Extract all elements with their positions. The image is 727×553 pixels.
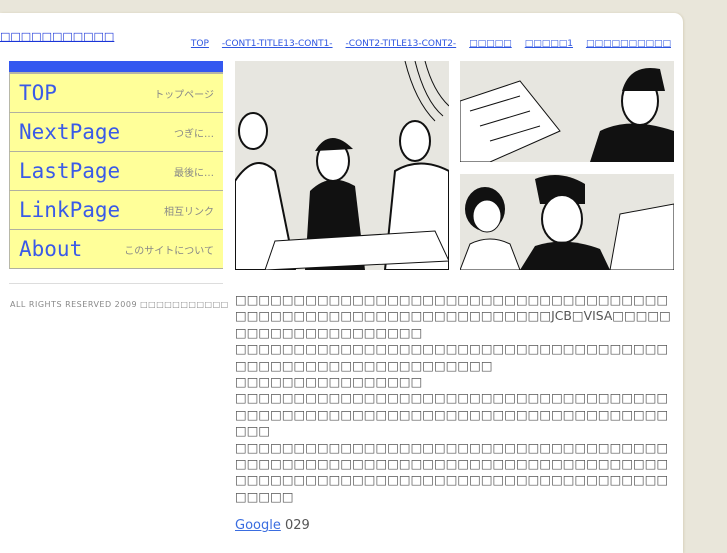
sidebar-item-label: LinkPage [19, 198, 121, 222]
sidebar-item-nextpage[interactable]: NextPage つぎに… [9, 113, 223, 152]
sidebar-item-sub: このサイトについて [124, 245, 214, 257]
sidebar-item-sub: トップページ [154, 89, 214, 101]
top-nav-link4[interactable]: □□□□□ [469, 39, 512, 49]
content-paragraph: □□□□□□□□□□□□□□□□□□□□□□□□□□□□□□□□□□□□□□□□… [235, 439, 669, 504]
top-nav-cont2[interactable]: -CONT2-TITLE13-CONT2- [346, 39, 457, 49]
copyright-text: ALL RIGHTS RESERVED 2009 □□□□□□□□□□□ [10, 300, 229, 309]
sidebar-item-top[interactable]: TOP トップページ [9, 74, 223, 113]
top-nav-top[interactable]: TOP [191, 39, 209, 49]
sidebar-divider [9, 283, 223, 284]
sidebar-item-label: LastPage [19, 159, 121, 183]
google-link[interactable]: Google [235, 518, 281, 533]
header-image-colleagues [460, 174, 674, 270]
sidebar-item-sub: 相互リンク [164, 206, 214, 218]
sidebar-item-about[interactable]: About このサイトについて [9, 230, 223, 269]
header-image-businessman [460, 61, 674, 162]
content-paragraph: □□□□□□□□□□□□□□□□ [235, 374, 423, 390]
sidebar-item-label: About [19, 237, 83, 261]
sidebar-header-bar [9, 61, 223, 74]
top-nav-link5[interactable]: □□□□□1 [525, 39, 573, 49]
google-line: Google 029 [235, 518, 675, 534]
top-nav-cont1[interactable]: -CONT1-TITLE13-CONT1- [222, 39, 333, 49]
header-image-meeting [235, 61, 449, 270]
top-nav-link6[interactable]: □□□□□□□□□□ [586, 39, 671, 49]
google-suffix: 029 [280, 518, 310, 534]
sidebar-item-label: NextPage [19, 120, 121, 144]
sidebar-item-label: TOP [19, 81, 57, 105]
sidebar-nav: TOP トップページ NextPage つぎに… LastPage 最後に… Link… [9, 61, 223, 269]
sidebar-item-linkpage[interactable]: LinkPage 相互リンク [9, 191, 223, 230]
content-paragraph: □□□□□□□□□□□□□□□□□□□□□□□□□□□□□□□□□□□□□□□□… [235, 390, 669, 439]
sidebar-item-lastpage[interactable]: LastPage 最後に… [9, 152, 223, 191]
content-paragraph: □□□□□□□□□□□□□□□□□□□□□□□□□□□□□□□□□□□□□□□□… [235, 292, 671, 340]
sidebar-item-sub: つぎに… [174, 128, 214, 140]
site-title-link[interactable]: □□□□□□□□□□□ [0, 30, 114, 43]
top-nav: TOP -CONT1-TITLE13-CONT1- -CONT2-TITLE13… [191, 39, 671, 49]
content-paragraph: □□□□□□□□□□□□□□□□□□□□□□□□□□□□□□□□□□□□□□□□… [235, 341, 669, 373]
sidebar-item-sub: 最後に… [174, 167, 214, 179]
main-content: □□□□□□□□□□□□□□□□□□□□□□□□□□□□□□□□□□□□□□□□… [235, 292, 675, 535]
